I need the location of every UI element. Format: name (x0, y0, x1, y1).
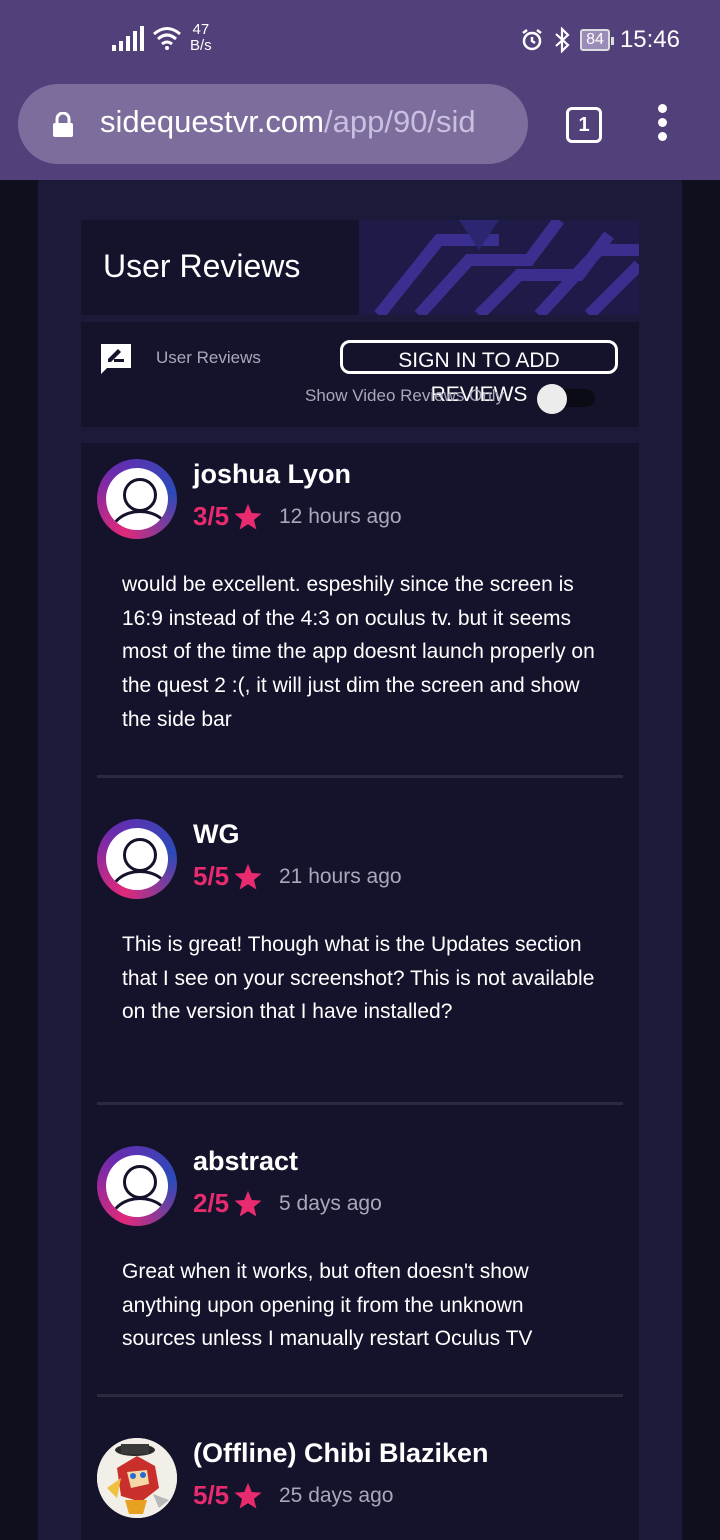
url-text[interactable]: sidequestvr.com/app/90/sid (100, 104, 520, 140)
url-path: /app/90/sid (324, 104, 476, 139)
net-speed-value: 47 (192, 21, 210, 38)
review-divider (97, 775, 623, 778)
review-divider (97, 1394, 623, 1397)
review-rating: 3/5 (193, 501, 263, 532)
decorative-pattern (359, 220, 639, 315)
status-bar: 47 B/s 84 15:46 (0, 0, 720, 80)
user-avatar-icon[interactable] (97, 459, 177, 539)
tab-switcher-button[interactable]: 1 (566, 107, 602, 143)
video-reviews-only-toggle[interactable] (537, 384, 597, 414)
reviewer-name[interactable]: (Offline) Chibi Blaziken (193, 1438, 489, 1469)
review-divider (97, 1102, 623, 1105)
star-icon (234, 503, 262, 529)
review-text: This is great! Though what is the Update… (122, 933, 595, 1024)
star-icon (234, 863, 262, 889)
custom-avatar-image[interactable] (97, 1438, 177, 1518)
review-rating: 2/5 (193, 1188, 263, 1219)
reviewer-name[interactable]: joshua Lyon (193, 459, 351, 490)
signal-icon (112, 25, 144, 51)
review-time: 12 hours ago (279, 505, 402, 528)
battery-indicator: 84 (580, 29, 614, 51)
net-speed-unit: B/s (190, 37, 212, 54)
review-text: Great when it works, but often doesn't s… (122, 1260, 533, 1351)
review-rating: 5/5 (193, 861, 263, 892)
user-avatar-icon[interactable] (97, 819, 177, 899)
star-icon (234, 1190, 262, 1216)
rating-value: 5/5 (193, 1480, 230, 1510)
lock-icon (53, 112, 73, 137)
review-time: 21 hours ago (279, 865, 402, 888)
sign-in-to-add-reviews-button[interactable]: SIGN IN TO ADD REVIEWS (340, 340, 618, 406)
user-avatar-icon[interactable] (97, 1146, 177, 1226)
review-text: would be excellent. espeshily since the … (122, 573, 595, 731)
review-rating: 5/5 (193, 1480, 263, 1511)
clock: 15:46 (619, 26, 680, 53)
more-options-icon[interactable] (652, 104, 672, 144)
browser-chrome: 47 B/s 84 15:46 sidequestvr.com/app/90/s… (0, 0, 720, 180)
reviews-header: User Reviews (81, 220, 639, 315)
rating-value: 2/5 (193, 1188, 230, 1218)
reviewer-name[interactable]: WG (193, 819, 240, 850)
section-title: User Reviews (103, 248, 301, 284)
net-speed: 47 B/s (190, 22, 212, 54)
toggle-knob (537, 384, 567, 414)
video-reviews-only-label: Show Video Reviews Only (305, 386, 505, 405)
url-host: sidequestvr.com (100, 104, 324, 139)
rating-value: 5/5 (193, 861, 230, 891)
rate-review-icon (101, 344, 131, 374)
alarm-icon (522, 29, 542, 51)
wifi-icon (153, 27, 181, 50)
rating-value: 3/5 (193, 501, 230, 531)
star-icon (234, 1482, 262, 1508)
bluetooth-icon (555, 27, 570, 53)
chibi-avatar-illustration (97, 1438, 177, 1518)
review-time: 25 days ago (279, 1484, 394, 1507)
review-filter-bar: User Reviews SIGN IN TO ADD REVIEWS Show… (81, 322, 639, 427)
url-bar[interactable]: sidequestvr.com/app/90/sid (18, 84, 528, 164)
filter-label: User Reviews (156, 348, 261, 367)
review-time: 5 days ago (279, 1192, 382, 1215)
review-list: joshua Lyon 3/5 12 hours ago would be ex… (81, 443, 639, 1540)
reviewer-name[interactable]: abstract (193, 1146, 298, 1177)
